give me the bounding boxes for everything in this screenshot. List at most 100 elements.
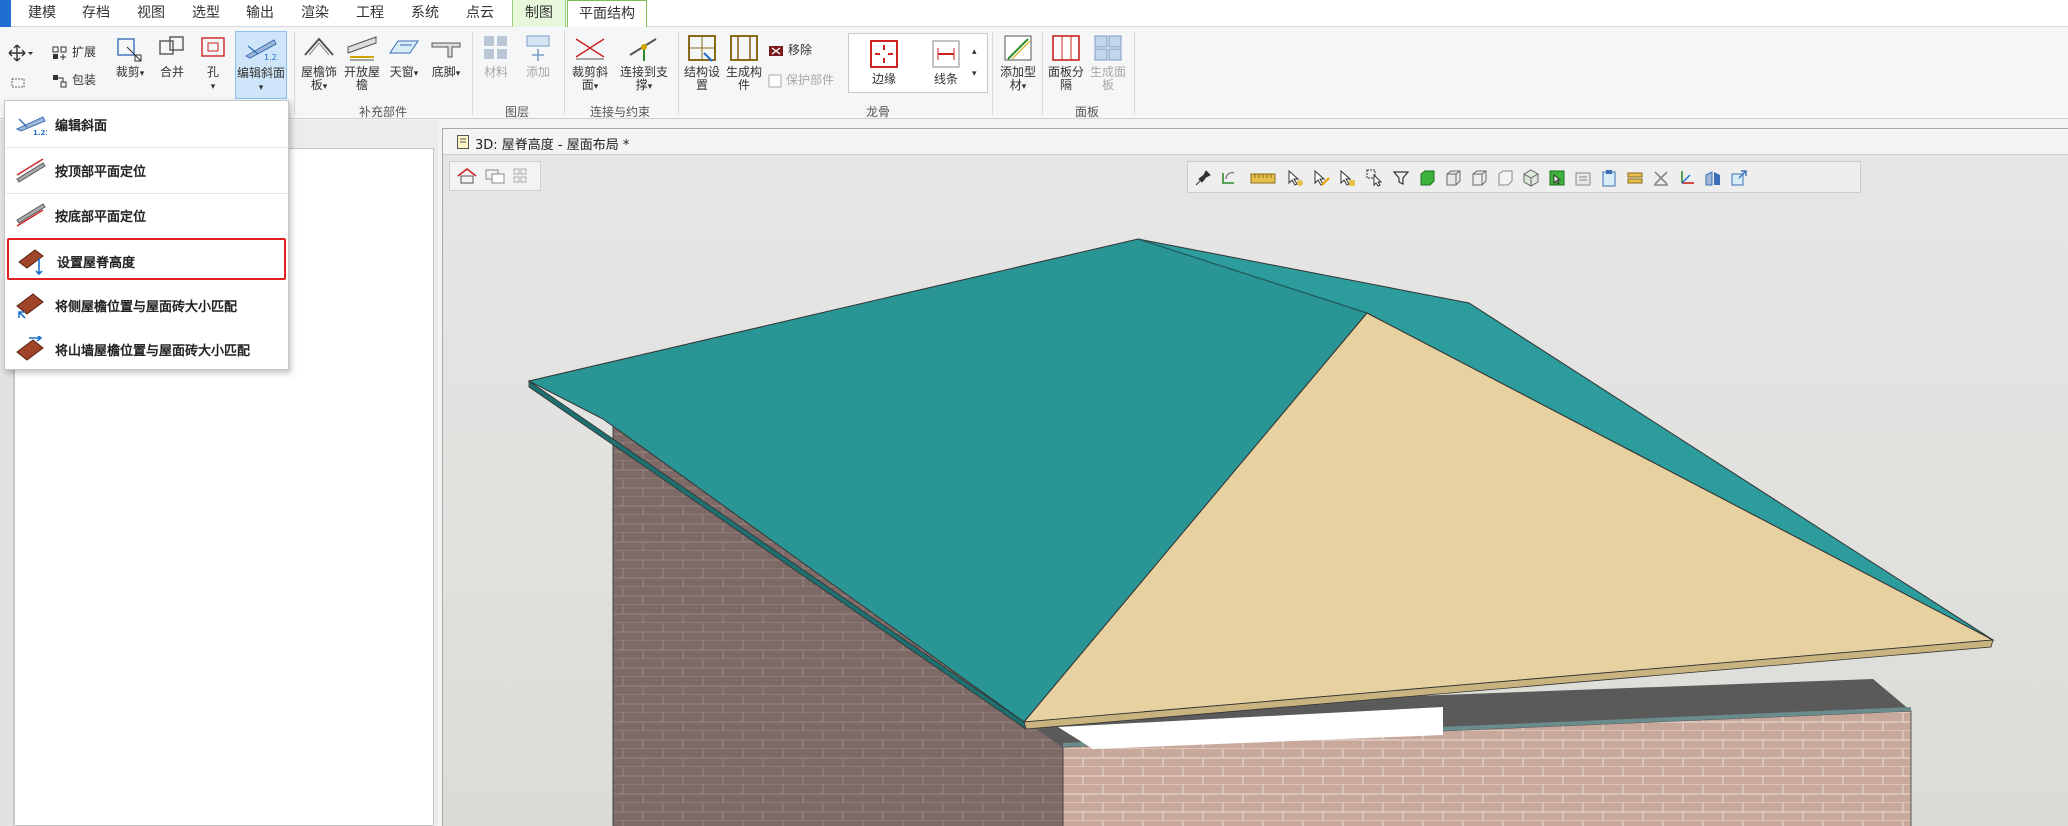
protect-parts-checkbox[interactable]: 保护部件 <box>768 69 834 91</box>
svg-text:1.23: 1.23 <box>264 53 278 62</box>
shaded-view-icon[interactable] <box>1418 169 1436 187</box>
line-button[interactable]: 线条 <box>919 38 973 86</box>
bottom-plane-icon <box>16 203 46 227</box>
hole-label: 孔 <box>206 65 219 79</box>
expand-button[interactable]: 扩展 <box>52 41 96 63</box>
section-icon[interactable] <box>1548 169 1566 187</box>
skylight-icon <box>389 40 419 54</box>
delete-dim-icon[interactable] <box>1652 169 1670 187</box>
cut-button[interactable]: 裁剪▾ <box>110 33 150 81</box>
group-connect-label: 连接与约束 <box>589 105 650 119</box>
roof-model-render <box>527 238 1995 826</box>
cut-icon <box>117 38 142 62</box>
tab-modeling[interactable]: 建模 <box>22 0 62 27</box>
remove-button[interactable]: 移除 <box>768 39 812 61</box>
edit-slope-label: 编辑斜面 <box>236 66 285 80</box>
transparent-icon[interactable] <box>1496 169 1514 187</box>
panel-split-label: 面板分隔 <box>1047 65 1084 92</box>
pin-icon[interactable] <box>1194 169 1212 187</box>
tab-output[interactable]: 输出 <box>240 0 280 27</box>
layer-icon[interactable] <box>1574 169 1592 187</box>
view-3d-icon <box>457 135 469 149</box>
add-profile-label: 添加型材 <box>999 65 1036 92</box>
select-point-icon[interactable] <box>1286 169 1304 187</box>
window-view-icon[interactable] <box>484 167 506 185</box>
tab-point-cloud[interactable]: 点云 <box>460 0 500 27</box>
grid-view-icon[interactable] <box>512 167 534 185</box>
group-keel-label: 龙骨 <box>865 105 890 119</box>
gallery-scroll-down[interactable]: ▾ <box>972 63 977 85</box>
wireframe-icon[interactable] <box>1470 169 1488 187</box>
bottom-foot-button[interactable]: 底脚▾ <box>426 33 466 81</box>
menu-item-position-bottom-plane[interactable]: 按底部平面定位 <box>7 194 286 236</box>
line-label: 线条 <box>933 72 958 86</box>
tab-plane-structure[interactable]: 平面结构 <box>567 0 647 28</box>
tab-render[interactable]: 渲染 <box>295 0 335 27</box>
clipboard-icon[interactable] <box>1600 169 1618 187</box>
checkbox-icon <box>768 74 782 87</box>
home-view-icon[interactable] <box>456 167 478 185</box>
frame-tool[interactable] <box>10 71 32 93</box>
material-label: 材料 <box>483 65 508 79</box>
gen-members-label: 生成构件 <box>725 65 762 92</box>
select-edge-icon[interactable] <box>1312 169 1330 187</box>
move-tool[interactable] <box>8 41 38 63</box>
select-face-icon[interactable] <box>1338 169 1356 187</box>
gallery-scroll-up[interactable]: ▴ <box>972 41 977 63</box>
measure-icon[interactable] <box>1250 169 1276 187</box>
tab-view[interactable]: 视图 <box>131 0 171 27</box>
protect-parts-label: 保护部件 <box>786 73 835 87</box>
wrap-button[interactable]: 包装 <box>52 69 96 91</box>
menu-item-label: 设置屋脊高度 <box>57 256 136 271</box>
struct-settings-button[interactable]: 结构设置 <box>682 33 722 92</box>
skylight-button[interactable]: 天窗▾ <box>384 33 424 81</box>
add-profile-icon <box>1004 35 1032 61</box>
add-layer-button[interactable]: 添加 <box>518 33 558 79</box>
app-button[interactable] <box>0 0 11 27</box>
edit-slope-button[interactable]: 1.23编辑斜面▾ <box>235 31 287 99</box>
ribbon: 扩展 包装 裁剪▾ 合并 孔▾ 1.23 编辑斜面 ▾ 屋檐饰板▾ 开放屋檐 天窗▾… <box>0 27 2068 119</box>
app-window: 建模 存档 视图 选型 输出 渲染 工程 系统 点云 制图 平面结构 扩展 包装… <box>0 0 2068 826</box>
edge-button[interactable]: 边缘 <box>857 38 911 86</box>
menu-item-label: 将山墙屋檐位置与屋面砖大小匹配 <box>55 344 251 359</box>
tab-drawing[interactable]: 制图 <box>512 0 566 27</box>
move-icon <box>8 44 33 61</box>
cube-icon[interactable] <box>1522 169 1540 187</box>
connect-support-button[interactable]: 连接到支撑▾ <box>616 33 672 94</box>
gen-members-button[interactable]: 生成构件 <box>724 33 764 92</box>
tab-archive[interactable]: 存档 <box>76 0 116 27</box>
tab-system[interactable]: 系统 <box>405 0 445 27</box>
merge-button[interactable]: 合并 <box>152 33 192 79</box>
view-3d-canvas[interactable] <box>443 155 2068 826</box>
gen-panel-button[interactable]: 生成面板 <box>1088 33 1128 92</box>
menu-item-set-ridge-height[interactable]: 设置屋脊高度 <box>7 238 286 280</box>
tab-project[interactable]: 工程 <box>350 0 390 27</box>
bottom-foot-icon <box>431 42 461 58</box>
struct-settings-label: 结构设置 <box>683 65 720 92</box>
menu-item-match-gable-eave[interactable]: 将山墙屋檐位置与屋面砖大小匹配 <box>7 328 286 370</box>
menu-item-edit-slope[interactable]: 1.23 编辑斜面 <box>7 103 286 145</box>
stack-icon[interactable] <box>1626 169 1644 187</box>
export-view-icon[interactable] <box>1730 169 1748 187</box>
open-eave-button[interactable]: 开放屋檐 <box>342 33 382 92</box>
hidden-line-icon[interactable] <box>1444 169 1462 187</box>
add-profile-button[interactable]: 添加型材▾ <box>996 33 1040 94</box>
hole-icon <box>201 37 225 57</box>
split-icon[interactable] <box>1704 169 1722 187</box>
filter-icon[interactable] <box>1392 169 1410 187</box>
tab-selection[interactable]: 选型 <box>186 0 226 27</box>
panel-split-button[interactable]: 面板分隔 <box>1046 33 1086 92</box>
expand-icon <box>52 46 67 60</box>
eave-trim-button[interactable]: 屋檐饰板▾ <box>298 33 340 94</box>
menu-item-match-side-eave[interactable]: 将侧屋檐位置与屋面砖大小匹配 <box>7 284 286 326</box>
cut-slope-button[interactable]: 裁剪斜面▾ <box>568 33 612 94</box>
hole-button[interactable]: 孔 ▾ <box>195 33 231 94</box>
rotate-icon[interactable] <box>1220 169 1238 187</box>
eave-trim-icon <box>304 37 334 56</box>
axis-icon[interactable] <box>1678 169 1696 187</box>
remove-label: 移除 <box>788 43 813 57</box>
select-object-icon[interactable] <box>1366 169 1384 187</box>
material-button[interactable]: 材料 <box>476 33 516 79</box>
menu-item-label: 将侧屋檐位置与屋面砖大小匹配 <box>55 300 238 315</box>
menu-item-position-top-plane[interactable]: 按顶部平面定位 <box>7 149 286 191</box>
